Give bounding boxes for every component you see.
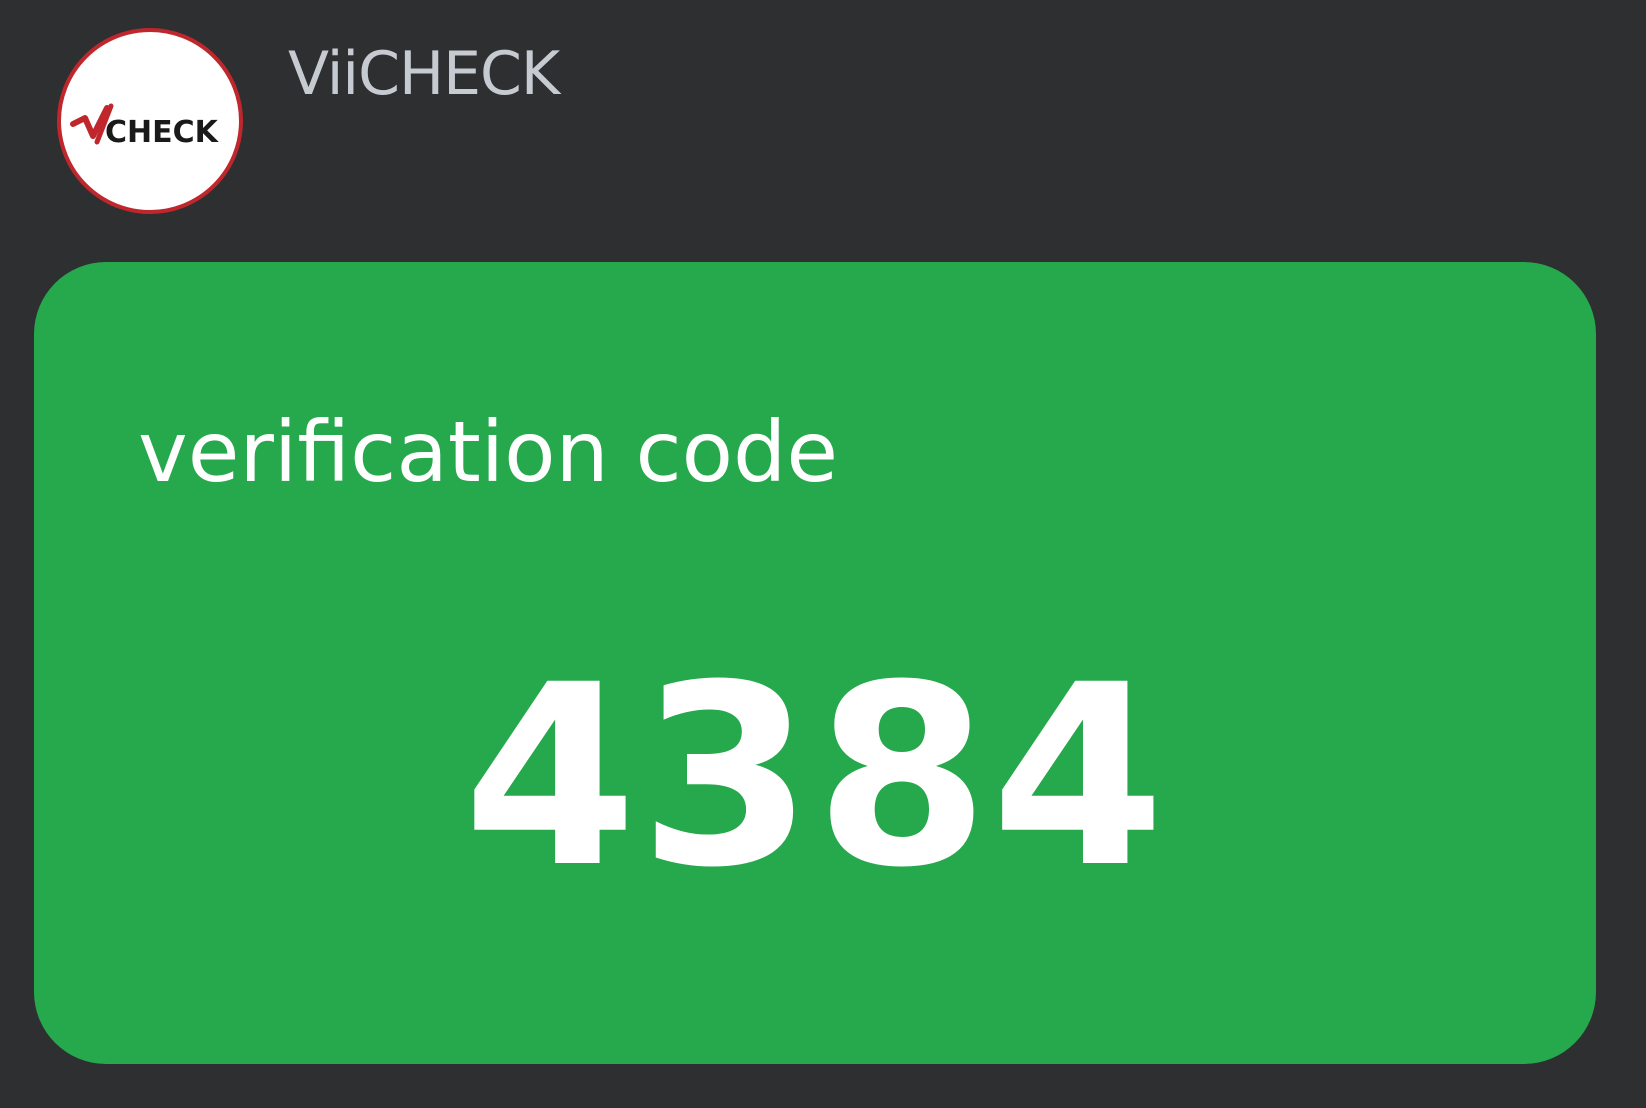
verification-label: verification code — [138, 403, 839, 501]
verification-card: verification code 4384 — [34, 262, 1596, 1064]
svg-text:CHECK: CHECK — [105, 115, 220, 150]
verification-code[interactable]: 4384 — [34, 652, 1596, 902]
message-header: CHECK ViiCHECK — [0, 0, 1646, 250]
sender-name[interactable]: ViiCHECK — [288, 34, 560, 114]
sender-avatar[interactable]: CHECK — [57, 28, 243, 214]
viicheck-logo-icon: CHECK — [70, 103, 220, 150]
